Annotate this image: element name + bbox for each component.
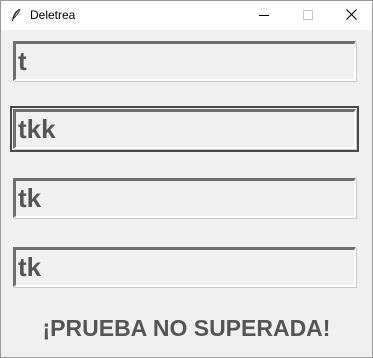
result-message: ¡PRUEBA NO SUPERADA! bbox=[42, 315, 331, 341]
title-bar[interactable]: Deletrea bbox=[1, 1, 372, 30]
window-title: Deletrea bbox=[30, 8, 76, 22]
close-button[interactable] bbox=[329, 1, 373, 30]
minimize-icon bbox=[259, 7, 269, 25]
spelling-entry-4[interactable]: tk bbox=[13, 247, 356, 287]
maximize-icon bbox=[303, 7, 313, 25]
window-content: t tkk tk tk ¡PRUEBA NO SUPERADA! bbox=[1, 30, 372, 357]
feather-icon bbox=[10, 8, 22, 22]
app-window: Deletrea t tkk tk tk ¡PRUEBA NO SUPERADA… bbox=[0, 0, 373, 358]
close-icon bbox=[345, 7, 357, 25]
minimize-button[interactable] bbox=[242, 1, 286, 30]
spelling-entry-3[interactable]: tk bbox=[13, 178, 356, 218]
spelling-entry-1[interactable]: t bbox=[13, 41, 356, 81]
maximize-button[interactable] bbox=[286, 1, 330, 30]
spelling-entry-2[interactable]: tkk bbox=[10, 106, 359, 152]
